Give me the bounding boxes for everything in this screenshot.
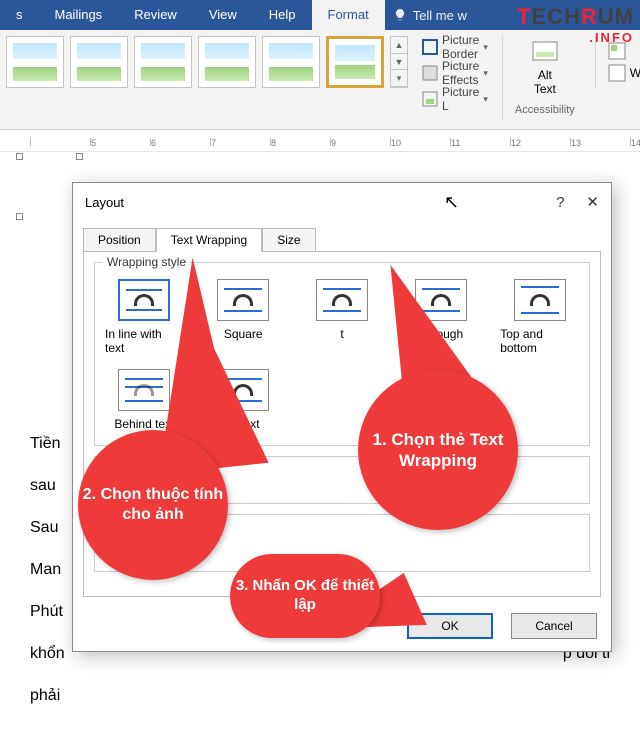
tab-position[interactable]: Position xyxy=(83,228,156,252)
picture-effects-label: Picture Effects xyxy=(442,59,479,87)
cancel-button[interactable]: Cancel xyxy=(511,613,597,639)
wrap-icon xyxy=(608,64,626,82)
picture-style-4[interactable] xyxy=(198,36,256,88)
doc-text: Phút xyxy=(30,603,63,620)
doc-text: Tiền xyxy=(30,435,61,452)
picture-style-1[interactable] xyxy=(6,36,64,88)
doc-text: sau xyxy=(30,477,56,494)
dialog-close-button[interactable]: ✕ xyxy=(586,193,599,211)
ribbon-tab-mailings[interactable]: Mailings xyxy=(39,0,119,30)
horizontal-ruler[interactable]: 567891011121314 xyxy=(0,130,640,152)
callout-1-text: 1. Chọn thẻ Text Wrapping xyxy=(358,429,518,472)
dialog-help-button[interactable]: ? xyxy=(556,194,564,211)
tell-me[interactable]: Tell me w xyxy=(385,8,475,23)
ribbon-tab-review[interactable]: Review xyxy=(118,0,193,30)
gallery-scroll-up-icon[interactable]: ▲ xyxy=(391,37,407,54)
lightbulb-icon xyxy=(393,8,407,22)
doc-text: Sau xyxy=(30,519,58,536)
wrap-tight[interactable]: t xyxy=(303,279,382,355)
wrap-inline-with-text[interactable]: In line with text xyxy=(105,279,184,355)
dialog-title: Layout xyxy=(85,195,124,210)
dialog-titlebar[interactable]: Layout ? ✕ xyxy=(73,183,611,221)
doc-text: Man xyxy=(30,561,61,578)
callout-2-text: 2. Chọn thuộc tính cho ảnh xyxy=(78,485,228,525)
picture-border-button[interactable]: Picture Border ▾ xyxy=(418,36,492,58)
ribbon-tab-format[interactable]: Format xyxy=(312,0,385,30)
annotation-callout-3: 3. Nhấn OK để thiết lập xyxy=(230,554,380,638)
picture-style-gallery[interactable]: ▲ ▼ ▾ xyxy=(6,36,408,88)
wrap-topbottom-label: Top and bottom xyxy=(500,327,579,355)
chevron-down-icon: ▾ xyxy=(483,42,488,53)
wrap-text-button[interactable]: Wr xyxy=(604,62,640,84)
effects-icon xyxy=(422,65,438,81)
layout-icon xyxy=(422,91,438,107)
ribbon-body: ▲ ▼ ▾ Picture Border ▾ Picture Effects ▾… xyxy=(0,30,640,130)
tab-size[interactable]: Size xyxy=(262,228,315,252)
position-button[interactable] xyxy=(604,40,640,62)
arrange-group-partial: Wr xyxy=(595,36,640,88)
doc-text: phải xyxy=(30,687,60,704)
alt-text-button[interactable]: Alt Text xyxy=(515,40,575,96)
wrap-top-bottom[interactable]: Top and bottom xyxy=(500,279,579,355)
chevron-down-icon: ▾ xyxy=(483,94,488,105)
alt-text-label: Alt Text xyxy=(534,68,556,96)
picture-style-5[interactable] xyxy=(262,36,320,88)
picture-style-2[interactable] xyxy=(70,36,128,88)
position-icon xyxy=(608,42,626,60)
ribbon-tab-s[interactable]: s xyxy=(0,0,39,30)
border-icon xyxy=(422,39,438,55)
mouse-cursor-icon: ↖ xyxy=(444,192,459,213)
gallery-expand-icon[interactable]: ▾ xyxy=(391,70,407,87)
wrapping-style-label: Wrapping style xyxy=(103,255,190,269)
alt-text-icon xyxy=(531,40,559,66)
accessibility-group-label: Accessibility xyxy=(515,104,575,116)
doc-text: khổn xyxy=(30,645,65,662)
picture-format-group: Picture Border ▾ Picture Effects ▾ Pictu… xyxy=(418,36,492,110)
picture-effects-button[interactable]: Picture Effects ▾ xyxy=(418,62,492,84)
annotation-callout-2: 2. Chọn thuộc tính cho ảnh xyxy=(78,430,228,580)
chevron-down-icon: ▾ xyxy=(483,68,488,79)
ribbon-tab-view[interactable]: View xyxy=(193,0,253,30)
callout-3-text: 3. Nhấn OK để thiết lập xyxy=(230,577,380,615)
picture-style-6-selected[interactable] xyxy=(326,36,384,88)
gallery-more[interactable]: ▲ ▼ ▾ xyxy=(390,36,408,88)
picture-style-3[interactable] xyxy=(134,36,192,88)
accessibility-group: Alt Text Accessibility xyxy=(502,36,587,120)
dialog-buttons: OK Cancel xyxy=(407,613,597,639)
annotation-callout-1: 1. Chọn thẻ Text Wrapping xyxy=(358,370,518,530)
wrap-tight-label: t xyxy=(340,327,343,341)
picture-border-label: Picture Border xyxy=(442,33,479,61)
gallery-scroll-down-icon[interactable]: ▼ xyxy=(391,54,407,71)
picture-layout-button[interactable]: Picture L ▾ xyxy=(418,88,492,110)
tab-text-wrapping[interactable]: Text Wrapping xyxy=(156,228,262,252)
picture-layout-label: Picture L xyxy=(442,85,479,113)
dialog-tabs: Position Text Wrapping Size xyxy=(83,227,601,251)
ribbon-tab-help[interactable]: Help xyxy=(253,0,312,30)
wrap-label: Wr xyxy=(630,66,640,80)
ribbon-tabs: s Mailings Review View Help Format Tell … xyxy=(0,0,640,30)
tell-me-label: Tell me w xyxy=(413,8,467,23)
